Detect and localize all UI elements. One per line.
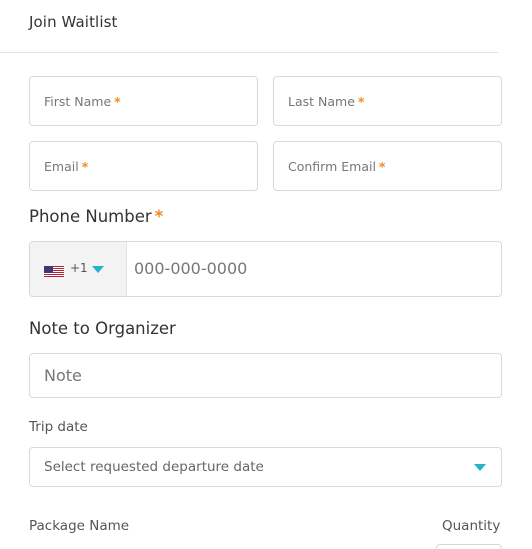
confirm-email-field[interactable]: Confirm Email * (273, 141, 502, 191)
last-name-field[interactable]: Last Name * (273, 76, 502, 126)
note-field[interactable]: Note (29, 353, 502, 398)
chevron-down-icon (474, 464, 486, 471)
header-title: Join Waitlist (29, 13, 118, 31)
us-flag-icon (44, 264, 64, 277)
last-name-placeholder: Last Name * (288, 94, 365, 109)
package-name-label: Package Name (29, 518, 130, 534)
required-mark: * (114, 94, 121, 109)
note-label: Note to Organizer (29, 319, 176, 338)
note-placeholder: Note (44, 366, 82, 385)
email-field[interactable]: Email * (29, 141, 258, 191)
country-code-selector[interactable]: +1 (30, 242, 127, 296)
confirm-email-placeholder: Confirm Email * (288, 159, 386, 174)
phone-number-label: Phone Number * (29, 207, 164, 226)
waitlist-page: Join Waitlist First Name * Last Name * Ema… (0, 0, 532, 549)
form-header: Join Waitlist (0, 0, 498, 53)
trip-date-placeholder: Select requested departure date (44, 459, 264, 475)
trip-date-label: Trip date (29, 419, 88, 435)
chevron-down-icon (92, 266, 104, 273)
trip-date-select[interactable]: Select requested departure date (29, 447, 502, 487)
first-name-placeholder: First Name * (44, 94, 121, 109)
required-mark: * (357, 94, 365, 109)
required-mark: * (154, 207, 164, 226)
required-mark: * (81, 159, 89, 174)
required-mark: * (378, 159, 386, 174)
quantity-stepper[interactable] (436, 544, 502, 549)
quantity-label: Quantity (442, 518, 501, 534)
dial-code: +1 (70, 261, 88, 275)
email-placeholder: Email * (44, 159, 89, 174)
phone-number-field: +1 000-000-0000 (29, 241, 502, 297)
phone-number-input[interactable]: 000-000-0000 (134, 259, 247, 278)
first-name-field[interactable]: First Name * (29, 76, 258, 126)
